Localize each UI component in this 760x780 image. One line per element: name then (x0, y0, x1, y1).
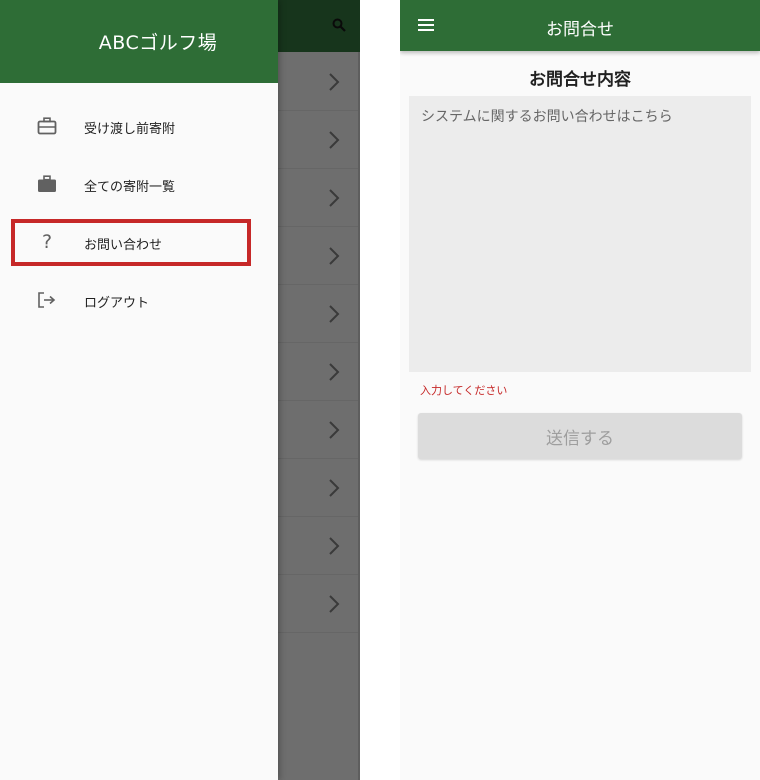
background-list (278, 52, 360, 780)
menu-item-inquiry[interactable]: ? お問い合わせ (0, 213, 278, 271)
chevron-right-icon (329, 73, 340, 91)
chevron-right-icon (329, 247, 340, 265)
list-item[interactable] (278, 342, 360, 401)
drawer-title: ABCゴルフ場 (98, 32, 218, 54)
menu-item-label: お問い合わせ (84, 238, 163, 253)
left-screen: ABCゴルフ場 受け渡し前寄附 全ての寄附一覧 ? お問い合わせ ログアウト (0, 0, 360, 780)
drawer-menu: 受け渡し前寄附 全ての寄附一覧 ? お問い合わせ ログアウト (0, 83, 278, 329)
menu-item-logout[interactable]: ログアウト (0, 271, 278, 329)
list-item[interactable] (278, 226, 360, 285)
section-title: お問合せ内容 (529, 70, 631, 90)
list-item[interactable] (278, 574, 360, 633)
submit-button[interactable]: 送信する (418, 413, 742, 459)
app-bar: お問合せ (400, 0, 760, 51)
chevron-right-icon (329, 131, 340, 149)
inquiry-textarea-container (409, 96, 751, 372)
menu-item-label: 全ての寄附一覧 (84, 180, 176, 195)
validation-error: 入力してください (420, 384, 508, 397)
list-item[interactable] (278, 52, 360, 111)
chevron-right-icon (329, 305, 340, 323)
menu-item-all-donations[interactable]: 全ての寄附一覧 (0, 155, 278, 213)
logout-icon (36, 290, 58, 310)
briefcase-filled-icon (36, 174, 58, 194)
list-item[interactable] (278, 110, 360, 169)
list-item[interactable] (278, 168, 360, 227)
chevron-right-icon (329, 479, 340, 497)
search-icon[interactable] (332, 18, 346, 32)
background-divider (358, 52, 360, 780)
list-item[interactable] (278, 400, 360, 459)
menu-item-label: 受け渡し前寄附 (84, 122, 176, 137)
inquiry-textarea[interactable] (409, 96, 751, 372)
list-item[interactable] (278, 284, 360, 343)
drawer-header: ABCゴルフ場 (0, 0, 278, 83)
menu-item-pending-donations[interactable]: 受け渡し前寄附 (0, 97, 278, 155)
chevron-right-icon (329, 421, 340, 439)
page-title: お問合せ (546, 20, 614, 40)
list-item[interactable] (278, 458, 360, 517)
chevron-right-icon (329, 189, 340, 207)
list-item[interactable] (278, 516, 360, 575)
navigation-drawer: ABCゴルフ場 受け渡し前寄附 全ての寄附一覧 ? お問い合わせ ログアウト (0, 0, 278, 780)
question-mark-icon: ? (41, 231, 53, 253)
right-screen: お問合せ お問合せ内容 入力してください 送信する (400, 0, 760, 780)
menu-item-label: ログアウト (84, 296, 150, 311)
chevron-right-icon (329, 363, 340, 381)
briefcase-outline-icon (36, 116, 58, 136)
chevron-right-icon (329, 595, 340, 613)
chevron-right-icon (329, 537, 340, 555)
